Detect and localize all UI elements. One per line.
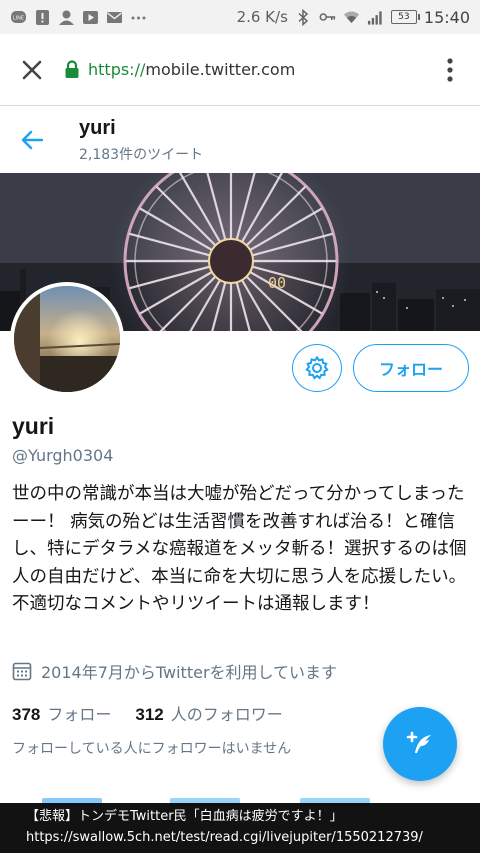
avatar[interactable]: [10, 282, 124, 396]
following-link[interactable]: 378 フォロー: [12, 701, 111, 725]
compose-feather-icon: [406, 731, 431, 753]
joined-date: 2014年7月からTwitterを利用しています: [12, 659, 337, 683]
status-bar: LINE 2.6 K/s 53 15:40: [0, 0, 480, 34]
network-speed: 2.6 K/s: [236, 8, 288, 26]
back-arrow-icon: [21, 130, 43, 150]
wifi-icon: [343, 9, 360, 26]
lock-icon: [64, 60, 80, 79]
caption-overlay: 【悲報】トンデモTwitter民「白血病は疲労ですよ！」 https://swa…: [0, 803, 480, 853]
bluetooth-icon: [295, 8, 312, 26]
browser-toolbar: https://mobile.twitter.com: [0, 34, 480, 106]
gear-icon: [305, 355, 329, 380]
follow-button[interactable]: フォロー: [353, 344, 469, 392]
profile-handle: @Yurgh0304: [12, 446, 114, 465]
close-icon: [22, 60, 42, 79]
url-scheme: https://: [88, 60, 146, 79]
joined-text: 2014年7月からTwitterを利用しています: [41, 663, 338, 682]
alert-icon: [34, 9, 51, 26]
svg-text:LINE: LINE: [13, 15, 24, 21]
person-icon: [58, 9, 75, 26]
svg-text:00: 00: [268, 274, 286, 292]
profile-bio: 世の中の常識が本当は大嘘が殆どだって分かってしまったーー！ 病気の殆どは生活習慣…: [12, 484, 467, 614]
following-label: フォロー: [47, 705, 112, 724]
back-button[interactable]: [0, 107, 64, 173]
profile-settings-button[interactable]: [292, 344, 342, 392]
calendar-icon: [12, 661, 32, 681]
profile-name: yuri: [12, 413, 55, 439]
kebab-menu-icon: [447, 57, 453, 82]
battery-icon: 53: [390, 10, 420, 24]
profile-header: yuri 2,183件のツイート: [0, 107, 480, 173]
avatar-image: [14, 286, 120, 392]
follow-stats: 378 フォロー 312 人のフォロワー: [12, 701, 307, 725]
line-icon: LINE: [10, 9, 27, 26]
close-tab-button[interactable]: [0, 34, 64, 106]
signal-icon: [367, 9, 384, 26]
following-count: 378: [12, 705, 41, 724]
clock: 15:40: [423, 7, 470, 27]
browser-menu-button[interactable]: [420, 34, 480, 106]
caption-title: 【悲報】トンデモTwitter民「白血病は疲労ですよ！」: [26, 809, 343, 824]
tweet-count: 2,183件のツイート: [79, 146, 204, 163]
caption-url: https://swallow.5ch.net/test/read.cgi/li…: [26, 830, 423, 845]
mail-icon: [106, 9, 123, 26]
key-icon: [319, 9, 336, 26]
followers-count: 312: [135, 705, 164, 724]
header-name: yuri: [79, 116, 116, 139]
more-icon: [130, 9, 147, 26]
play-icon: [82, 9, 99, 26]
compose-tweet-button[interactable]: [383, 707, 457, 781]
followers-you-know-note: フォローしている人にフォロワーはいません: [12, 741, 292, 757]
followers-link[interactable]: 312 人のフォロワー: [135, 701, 282, 725]
url-host: mobile.twitter.com: [145, 60, 296, 79]
url-bar[interactable]: https://mobile.twitter.com: [64, 60, 295, 79]
followers-label: 人のフォロワー: [170, 705, 283, 724]
